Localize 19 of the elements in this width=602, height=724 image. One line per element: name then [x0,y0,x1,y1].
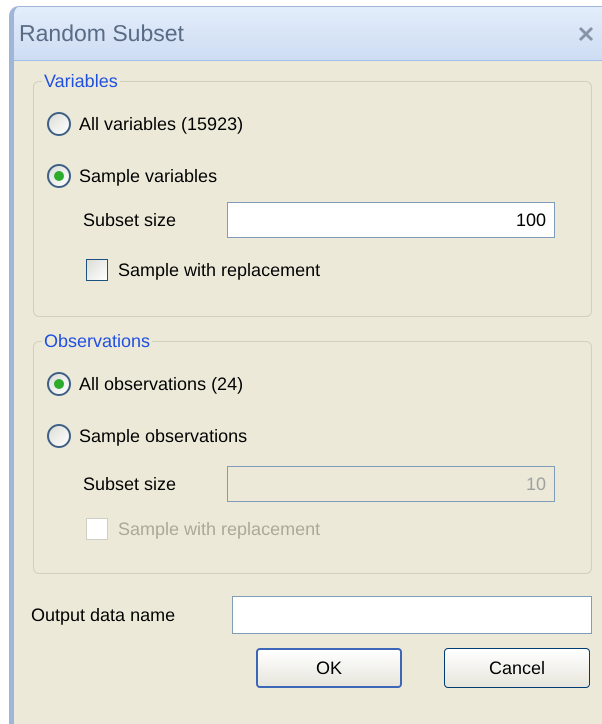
ok-button[interactable]: OK [256,648,402,688]
radio-label: Sample variables [79,164,218,188]
checkbox-label: Sample with replacement [118,258,320,282]
checkbox-label: Sample with replacement [118,518,320,541]
field-label: Output data name [31,604,176,627]
subset-size-field[interactable]: 100 [227,202,555,238]
window-title: Random Subset [19,19,184,48]
checkbox[interactable] [86,259,108,281]
radio-button[interactable] [47,112,71,136]
radio-label: All variables (15923) [79,112,244,136]
radio-label: Sample observations [79,424,248,448]
field-label: Subset size [83,208,178,232]
field-label: Subset size [83,472,178,496]
radio-button[interactable] [47,164,71,188]
radio-button[interactable] [47,372,71,396]
output-name-field[interactable] [232,596,592,634]
radio-button[interactable] [47,424,71,448]
radio-label: All observations (24) [79,372,244,396]
cancel-button[interactable]: Cancel [444,648,590,688]
